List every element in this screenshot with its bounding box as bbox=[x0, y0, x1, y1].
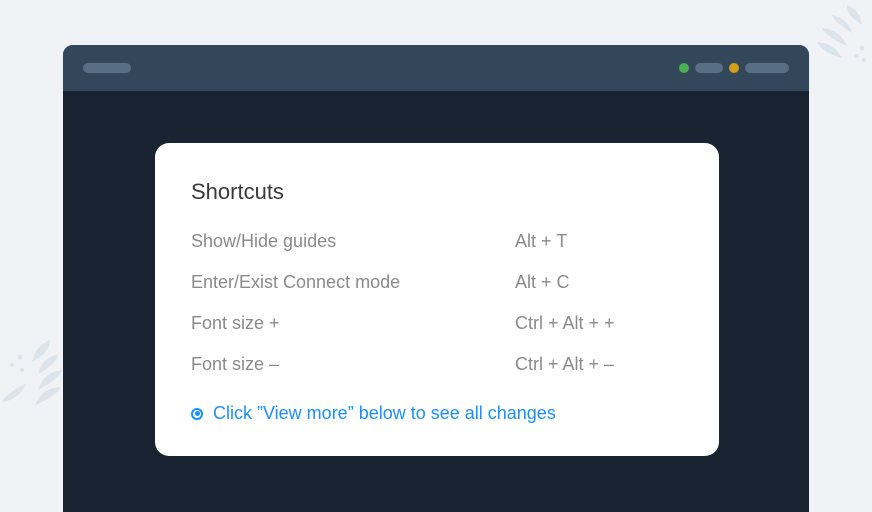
footer-row: Click ”View more” below to see all chang… bbox=[191, 403, 683, 424]
app-window: Shortcuts Show/Hide guides Alt + T Enter… bbox=[63, 45, 809, 512]
decorative-leaf-icon bbox=[812, 0, 872, 70]
shortcut-label: Show/Hide guides bbox=[191, 231, 515, 252]
shortcut-row: Enter/Exist Connect mode Alt + C bbox=[191, 272, 683, 293]
shortcut-row: Show/Hide guides Alt + T bbox=[191, 231, 683, 252]
shortcut-row: Font size + Ctrl + Alt + + bbox=[191, 313, 683, 334]
shortcuts-card: Shortcuts Show/Hide guides Alt + T Enter… bbox=[155, 143, 719, 456]
title-bar-left bbox=[83, 63, 131, 73]
title-bar-right bbox=[679, 63, 789, 73]
radio-icon[interactable] bbox=[191, 408, 203, 420]
title-bar-pill bbox=[745, 63, 789, 73]
shortcut-row: Font size – Ctrl + Alt + – bbox=[191, 354, 683, 375]
shortcut-key: Ctrl + Alt + + bbox=[515, 313, 615, 334]
title-placeholder bbox=[83, 63, 131, 73]
shortcut-label: Font size + bbox=[191, 313, 515, 334]
decorative-leaf-icon bbox=[0, 332, 70, 422]
status-dot-green bbox=[679, 63, 689, 73]
shortcut-key: Alt + T bbox=[515, 231, 567, 252]
title-bar bbox=[63, 45, 809, 91]
footer-link[interactable]: Click ”View more” below to see all chang… bbox=[213, 403, 556, 424]
status-dot-yellow bbox=[729, 63, 739, 73]
shortcut-label: Font size – bbox=[191, 354, 515, 375]
card-title: Shortcuts bbox=[191, 179, 683, 205]
title-bar-pill bbox=[695, 63, 723, 73]
shortcut-label: Enter/Exist Connect mode bbox=[191, 272, 515, 293]
shortcut-key: Alt + C bbox=[515, 272, 570, 293]
shortcut-key: Ctrl + Alt + – bbox=[515, 354, 614, 375]
